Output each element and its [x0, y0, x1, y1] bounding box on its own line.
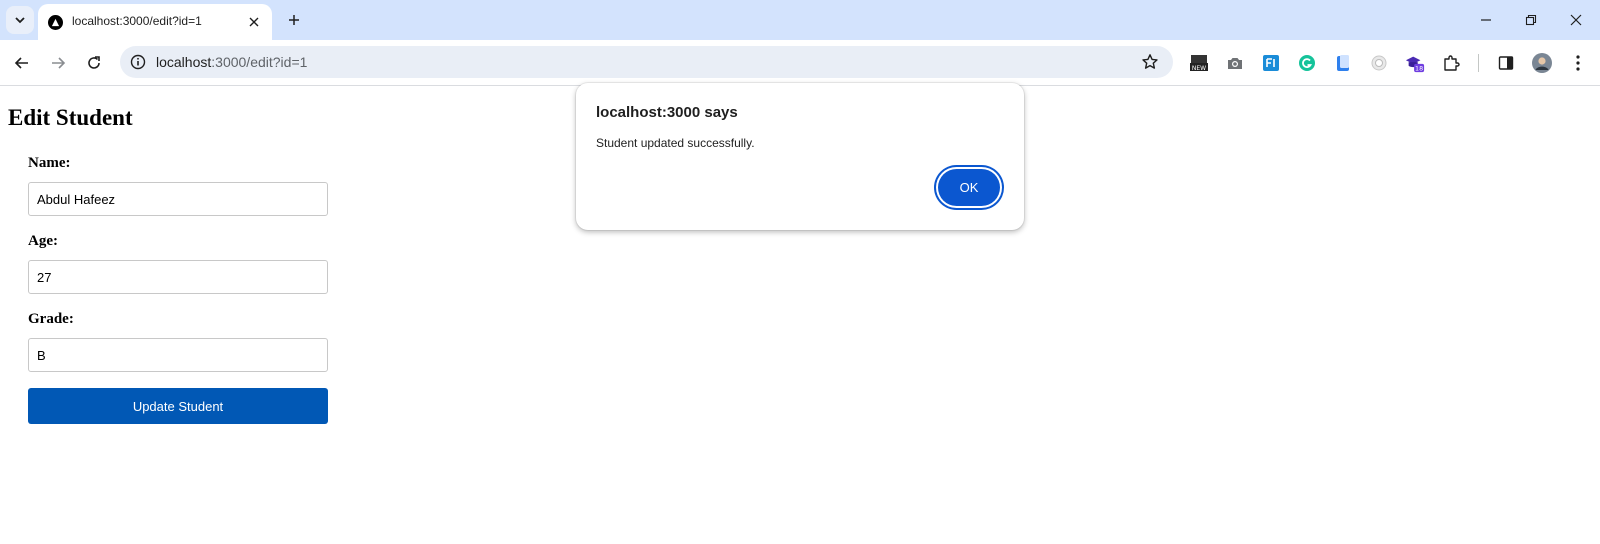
active-tab[interactable]: localhost:3000/edit?id=1: [38, 4, 272, 40]
age-label: Age:: [28, 233, 58, 249]
name-input[interactable]: [28, 182, 328, 216]
grammarly-icon[interactable]: [1297, 53, 1317, 73]
profile-avatar[interactable]: [1532, 53, 1552, 73]
clipboard-extension-icon[interactable]: [1333, 53, 1353, 73]
close-icon: [249, 17, 259, 27]
menu-dots-icon[interactable]: [1568, 53, 1588, 73]
url-host: localhost: [156, 54, 212, 70]
forward-button[interactable]: [44, 49, 72, 77]
chevron-down-icon: [15, 17, 25, 24]
url-path: :3000/edit?id=1: [211, 54, 308, 70]
nextjs-favicon-icon: [48, 15, 63, 30]
close-icon: [1570, 14, 1582, 26]
toolbar-divider: [1478, 54, 1479, 72]
update-student-button[interactable]: Update Student: [28, 388, 328, 424]
minimize-icon: [1481, 19, 1491, 21]
new-tab-button[interactable]: [282, 8, 306, 32]
address-bar[interactable]: localhost:3000/edit?id=1: [120, 46, 1173, 78]
fi-extension-icon[interactable]: [1261, 53, 1281, 73]
graduation-extension-icon[interactable]: 18: [1405, 53, 1425, 73]
news-extension-icon[interactable]: NEW: [1189, 53, 1209, 73]
arrow-right-icon: [52, 57, 66, 69]
ok-button[interactable]: OK: [938, 169, 1000, 206]
back-button[interactable]: [8, 49, 36, 77]
restore-button[interactable]: [1515, 6, 1547, 34]
reload-button[interactable]: [80, 49, 108, 77]
info-icon[interactable]: [130, 54, 146, 70]
alert-dialog: localhost:3000 says Student updated succ…: [576, 83, 1024, 230]
star-icon[interactable]: [1141, 53, 1159, 71]
grade-input[interactable]: [28, 338, 328, 372]
dialog-title: localhost:3000 says: [596, 104, 738, 121]
reload-icon: [88, 56, 100, 69]
browser-toolbar: localhost:3000/edit?id=1 NEW 18: [0, 40, 1600, 86]
close-window-button[interactable]: [1560, 6, 1592, 34]
arrow-left-icon: [14, 57, 28, 69]
tab-close-button[interactable]: [244, 12, 264, 32]
minimize-button[interactable]: [1470, 6, 1502, 34]
grade-label: Grade:: [28, 311, 74, 327]
url-text[interactable]: localhost:3000/edit?id=1: [156, 54, 307, 70]
side-panel-icon[interactable]: [1496, 53, 1516, 73]
age-input[interactable]: [28, 260, 328, 294]
tab-strip: localhost:3000/edit?id=1: [0, 0, 1600, 40]
camera-icon[interactable]: [1225, 53, 1245, 73]
plus-icon: [289, 15, 299, 25]
tab-search-button[interactable]: [6, 6, 34, 34]
page-title: Edit Student: [8, 105, 133, 130]
restore-icon: [1525, 14, 1537, 26]
dialog-message: Student updated successfully.: [596, 136, 755, 150]
name-label: Name:: [28, 155, 71, 171]
timer-extension-icon[interactable]: [1369, 53, 1389, 73]
extensions-puzzle-icon[interactable]: [1441, 53, 1461, 73]
tab-title: localhost:3000/edit?id=1: [72, 14, 202, 28]
extension-badge-count: 18: [1415, 66, 1423, 73]
svg-text:NEW: NEW: [1192, 65, 1206, 72]
